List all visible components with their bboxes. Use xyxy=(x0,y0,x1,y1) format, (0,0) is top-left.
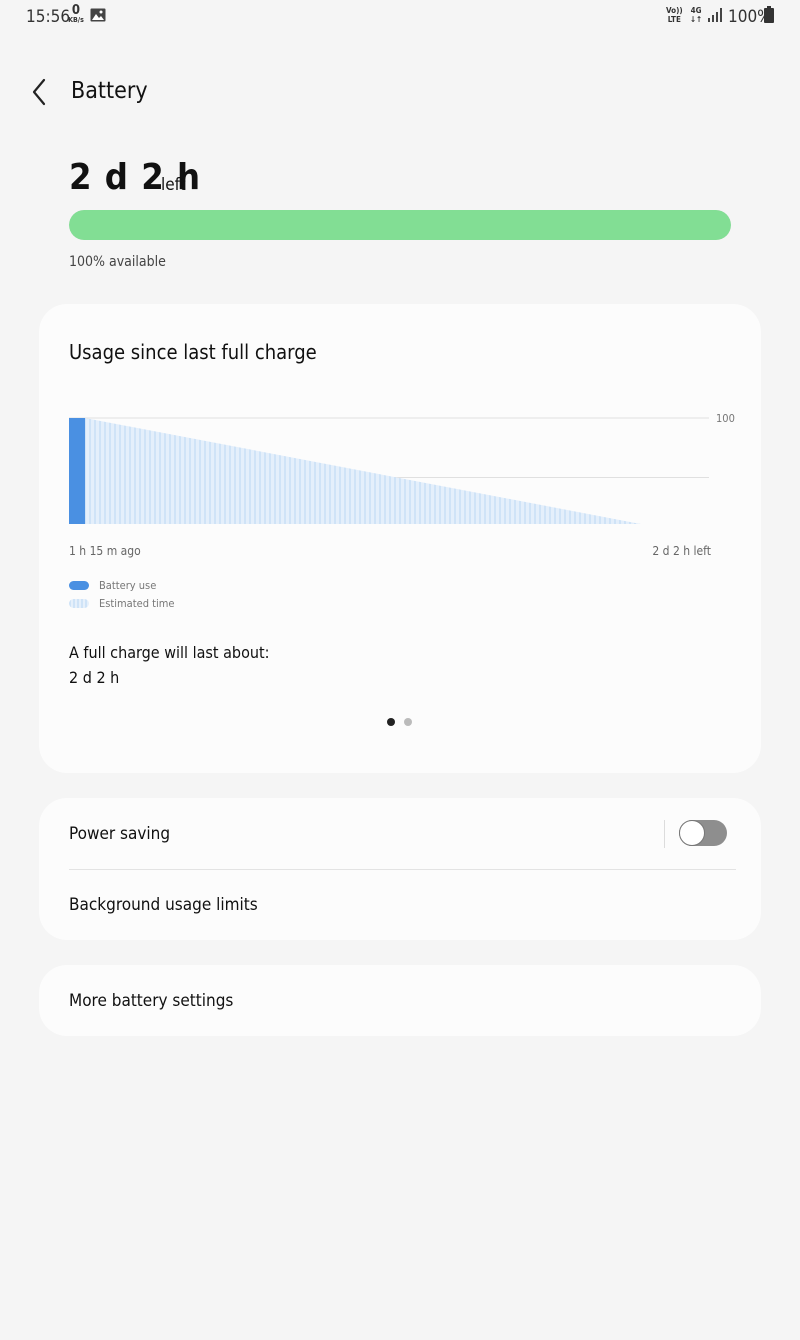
page-indicator-dot-2[interactable] xyxy=(404,718,412,726)
signal-icon xyxy=(708,8,722,22)
back-button[interactable] xyxy=(26,76,54,108)
legend-swatch-estimated-time xyxy=(69,598,89,608)
battery-level-bar xyxy=(69,210,731,240)
full-charge-label: A full charge will last about: xyxy=(69,643,270,662)
legend-label-estimated-time: Estimated time xyxy=(99,596,175,610)
legend-swatch-battery-use xyxy=(69,580,89,590)
network-4g-icon: 4G ↓↑ xyxy=(690,6,702,24)
network-arrows-text: ↓↑ xyxy=(690,15,703,24)
toggle-knob xyxy=(679,820,705,846)
legend-estimated-time: Estimated time xyxy=(69,595,175,611)
battery-icon xyxy=(764,6,774,23)
legend-battery-use: Battery use xyxy=(69,577,156,593)
background-usage-limits-row[interactable]: Background usage limits xyxy=(39,869,761,940)
page-indicator[interactable] xyxy=(387,718,412,726)
usage-chart: 100 0% xyxy=(69,412,735,524)
power-saving-row[interactable]: Power saving xyxy=(39,798,761,869)
chart-x-label-end: 2 d 2 h left xyxy=(652,544,711,558)
gallery-icon xyxy=(90,8,106,22)
chart-x-label-start: 1 h 15 m ago xyxy=(69,544,141,558)
power-saving-label: Power saving xyxy=(69,824,171,844)
network-speed: 0 KB/s xyxy=(64,4,88,24)
volte-icon: Vo)) LTE xyxy=(666,6,683,24)
volte-bottom-text: LTE xyxy=(667,15,681,24)
power-settings-card: Power saving Background usage limits xyxy=(39,798,761,940)
volte-top-text: Vo)) xyxy=(666,6,683,15)
time-left-suffix: left xyxy=(161,175,186,195)
more-battery-settings-row[interactable]: More battery settings xyxy=(39,965,761,1036)
usage-card[interactable]: Usage since last full charge 100 0% 1 h … xyxy=(39,304,761,773)
more-battery-settings-label: More battery settings xyxy=(69,991,234,1011)
power-saving-toggle[interactable] xyxy=(679,820,727,846)
legend-label-battery-use: Battery use xyxy=(99,578,157,592)
battery-available-text: 100% available xyxy=(69,254,166,270)
page-title: Battery xyxy=(71,78,148,104)
page-indicator-dot-1[interactable] xyxy=(387,718,395,726)
y-tick-label-top: 100 xyxy=(716,412,735,425)
chevron-left-icon xyxy=(32,78,46,106)
full-charge-value: 2 d 2 h xyxy=(69,668,120,687)
chart-series-battery-use xyxy=(69,418,85,524)
usage-card-title: Usage since last full charge xyxy=(69,340,317,364)
network-speed-unit: KB/s xyxy=(68,16,84,24)
row-vertical-divider xyxy=(664,820,665,848)
network-type-text: 4G xyxy=(690,6,702,15)
chart-series-estimated-time xyxy=(85,418,641,524)
status-bar: 15:56 0 KB/s Vo)) LTE 4G ↓↑ 100% xyxy=(0,0,800,34)
background-usage-limits-label: Background usage limits xyxy=(69,895,258,915)
battery-level-fill xyxy=(69,210,731,240)
